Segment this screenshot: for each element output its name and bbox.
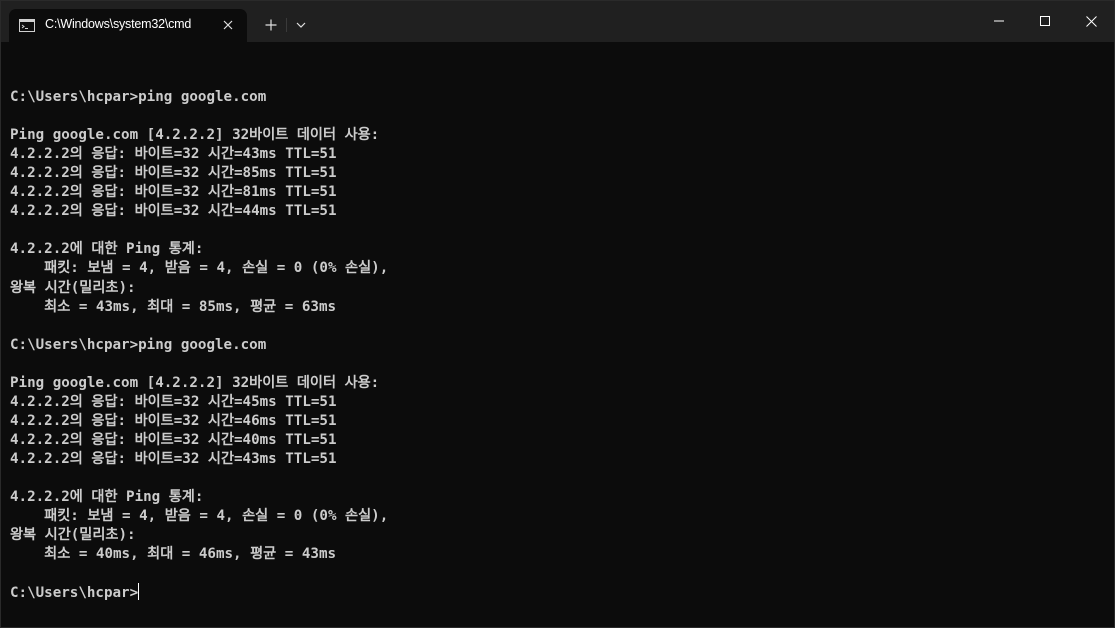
terminal-line: 패킷: 보냄 = 4, 받음 = 4, 손실 = 0 (0% 손실), [10,508,389,525]
terminal-line: 4.2.2.2의 응답: 바이트=32 시간=81ms TTL=51 [10,184,337,201]
terminal-line: Ping google.com [4.2.2.2] 32바이트 데이터 사용: [10,374,380,391]
terminal-line: 4.2.2.2의 응답: 바이트=32 시간=45ms TTL=51 [10,393,337,410]
terminal-line: 최소 = 40ms, 최대 = 46ms, 평균 = 43ms [10,546,337,563]
terminal-prompt: C:\Users\hcpar> [10,585,139,602]
terminal-line: 4.2.2.2의 응답: 바이트=32 시간=43ms TTL=51 [10,450,337,467]
minimize-icon [994,20,1004,22]
tab-separator [286,18,287,32]
terminal-line: 4.2.2.2의 응답: 바이트=32 시간=85ms TTL=51 [10,165,337,182]
terminal-line: 4.2.2.2의 응답: 바이트=32 시간=40ms TTL=51 [10,431,337,448]
maximize-button[interactable] [1022,1,1068,41]
terminal-line: 왕복 시간(밀리초): [10,279,136,296]
terminal-prompt-line[interactable]: C:\Users\hcpar> [10,583,1100,602]
plus-icon [265,19,277,31]
terminal-line: 4.2.2.2의 응답: 바이트=32 시간=44ms TTL=51 [10,203,337,220]
text-cursor [138,583,140,601]
tab-dropdown-button[interactable] [290,14,312,36]
minimize-button[interactable] [976,1,1022,41]
terminal-window: C:\Windows\system32\cmd C:\Users\hcpar>p… [0,0,1115,628]
tab-cmd[interactable]: C:\Windows\system32\cmd [9,9,247,42]
new-tab-button[interactable] [260,14,282,36]
close-icon [1085,15,1097,27]
terminal-line: 4.2.2.2의 응답: 바이트=32 시간=43ms TTL=51 [10,146,337,163]
terminal-line: 4.2.2.2에 대한 Ping 통계: [10,489,204,506]
terminal-line: C:\Users\hcpar>ping google.com [10,336,267,353]
terminal-output[interactable]: C:\Users\hcpar>ping google.com Ping googl… [10,69,1100,619]
close-icon [223,20,233,30]
console-icon [19,19,35,32]
tab-close-button[interactable] [219,16,237,34]
terminal-line: 4.2.2.2의 응답: 바이트=32 시간=46ms TTL=51 [10,412,337,429]
terminal-line: C:\Users\hcpar>ping google.com [10,89,267,106]
maximize-icon [1040,16,1050,26]
close-window-button[interactable] [1068,1,1114,41]
terminal-line: 4.2.2.2에 대한 Ping 통계: [10,241,204,258]
terminal-line: Ping google.com [4.2.2.2] 32바이트 데이터 사용: [10,127,380,144]
terminal-line: 패킷: 보냄 = 4, 받음 = 4, 손실 = 0 (0% 손실), [10,260,389,277]
tab-title: C:\Windows\system32\cmd [45,17,192,31]
chevron-down-icon [296,22,306,28]
terminal-line: 왕복 시간(밀리초): [10,527,136,544]
title-bar[interactable]: C:\Windows\system32\cmd [1,1,1114,42]
terminal-line: 최소 = 43ms, 최대 = 85ms, 평균 = 63ms [10,298,337,315]
